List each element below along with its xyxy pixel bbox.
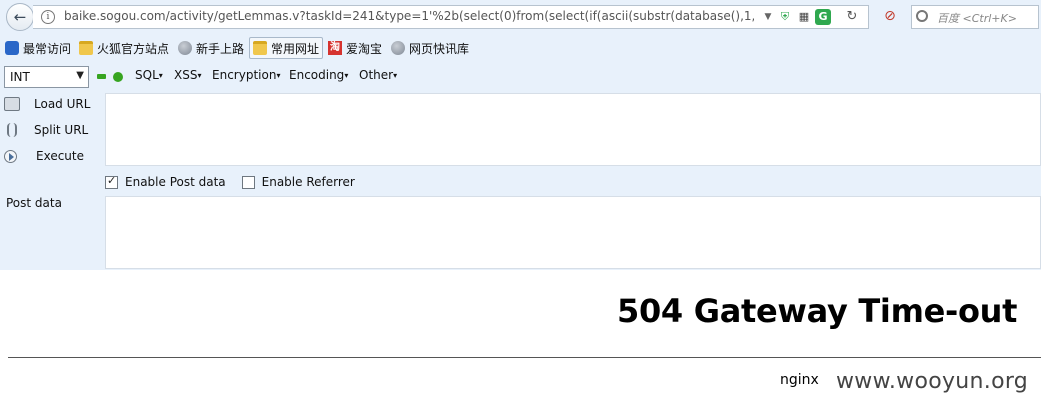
bookmark-getting-started[interactable]: 新手上路 xyxy=(175,37,247,59)
menu-label: XSS xyxy=(174,68,198,82)
menu-other[interactable]: Other▾ xyxy=(359,68,397,82)
caret-icon: ▾ xyxy=(344,71,349,80)
hackbar-panel: Load URL Split URL Execute Enable Post d… xyxy=(0,91,1041,270)
bookmark-label: 爱淘宝 xyxy=(346,41,383,56)
navigation-toolbar: ← i baike.sogou.com/activity/getLemmas.v… xyxy=(0,0,1041,34)
decrease-icon[interactable] xyxy=(97,74,106,79)
folder-icon xyxy=(79,41,93,55)
menu-encryption[interactable]: Encryption▾ xyxy=(212,68,280,82)
globe-icon xyxy=(178,41,192,55)
split-url-label: Split URL xyxy=(34,123,89,137)
enable-post-checkbox[interactable] xyxy=(105,174,118,189)
menu-label: Other xyxy=(359,68,394,82)
bookmark-label: 网页快讯库 xyxy=(409,41,470,56)
type-select-value: INT xyxy=(10,70,30,84)
menu-sql[interactable]: SQL▾ xyxy=(135,68,163,82)
enable-referrer-label: Enable Referrer xyxy=(261,175,355,189)
folder-icon xyxy=(253,41,267,55)
info-icon[interactable]: i xyxy=(41,10,55,24)
execute-button[interactable]: Execute xyxy=(4,146,84,166)
bookmark-web-slices[interactable]: 网页快讯库 xyxy=(388,37,472,59)
blocker-icon[interactable]: ⊘ xyxy=(882,8,898,24)
search-placeholder: 百度 <Ctrl+K> xyxy=(937,12,1017,25)
hackbar-toolbar: INT ▼ SQL▾ XSS▾ Encryption▾ Encoding▾ Ot… xyxy=(0,63,1041,91)
taobao-icon: 淘 xyxy=(328,41,342,55)
caret-icon: ▾ xyxy=(197,71,202,80)
bookmark-most-visited[interactable]: 最常访问 xyxy=(2,37,74,59)
load-icon xyxy=(4,97,20,111)
menu-encoding[interactable]: Encoding▾ xyxy=(289,68,348,82)
shield-icon[interactable]: ⛨ xyxy=(777,9,793,25)
qr-code-icon[interactable]: ▦ xyxy=(796,9,812,25)
globe-icon xyxy=(391,41,405,55)
bookmark-common-sites[interactable]: 常用网址 xyxy=(249,37,324,59)
bookmark-firefox-official[interactable]: 火狐官方站点 xyxy=(76,37,172,59)
enable-post-label: Enable Post data xyxy=(125,175,226,189)
search-box[interactable]: 百度 <Ctrl+K> xyxy=(911,5,1039,29)
load-url-label: Load URL xyxy=(34,97,91,111)
increase-icon[interactable] xyxy=(113,72,123,82)
reload-icon[interactable]: ↻ xyxy=(844,9,860,25)
post-data-label: Post data xyxy=(6,196,62,210)
menu-xss[interactable]: XSS▾ xyxy=(174,68,201,82)
bookmark-ai-taobao[interactable]: 淘 爱淘宝 xyxy=(325,37,385,59)
bookmark-label: 最常访问 xyxy=(23,41,72,56)
load-url-button[interactable]: Load URL xyxy=(4,94,90,114)
enable-post-option[interactable]: Enable Post data Enable Referrer xyxy=(105,172,355,192)
menu-label: Encoding xyxy=(289,68,345,82)
bookmarks-toolbar: 最常访问 火狐官方站点 新手上路 常用网址 淘 爱淘宝 网页快讯库 xyxy=(0,34,1041,63)
watermark: www.wooyun.org xyxy=(836,369,1029,394)
scissors-icon xyxy=(7,123,17,137)
menu-label: Encryption xyxy=(212,68,277,82)
enable-referrer-checkbox[interactable] xyxy=(241,175,255,189)
back-arrow-icon[interactable]: ← xyxy=(6,3,34,31)
caret-icon: ▾ xyxy=(158,71,163,80)
error-heading: 504 Gateway Time-out xyxy=(617,292,1018,330)
dropdown-arrow-icon[interactable]: ▼ xyxy=(760,9,776,25)
split-url-button[interactable]: Split URL xyxy=(4,120,88,140)
bookmark-label: 常用网址 xyxy=(271,41,320,56)
g-extension-icon[interactable]: G xyxy=(815,9,831,25)
bookmark-label: 火狐官方站点 xyxy=(97,41,170,56)
play-icon xyxy=(4,149,17,163)
post-data-textarea[interactable] xyxy=(105,196,1041,269)
caret-icon: ▾ xyxy=(276,71,281,80)
chevron-down-icon: ▼ xyxy=(76,70,84,81)
bookmark-label: 新手上路 xyxy=(196,41,245,56)
search-icon xyxy=(916,10,928,22)
caret-icon: ▾ xyxy=(393,71,398,80)
server-name: nginx xyxy=(780,372,819,388)
menu-label: SQL xyxy=(135,68,159,82)
execute-label: Execute xyxy=(36,149,84,163)
url-bar[interactable]: i baike.sogou.com/activity/getLemmas.v?t… xyxy=(33,5,869,29)
type-select[interactable]: INT ▼ xyxy=(4,66,89,88)
magnifier-icon xyxy=(5,41,19,55)
divider xyxy=(8,357,1041,358)
url-text[interactable]: baike.sogou.com/activity/getLemmas.v?tas… xyxy=(64,9,754,23)
url-textarea[interactable] xyxy=(105,93,1041,166)
